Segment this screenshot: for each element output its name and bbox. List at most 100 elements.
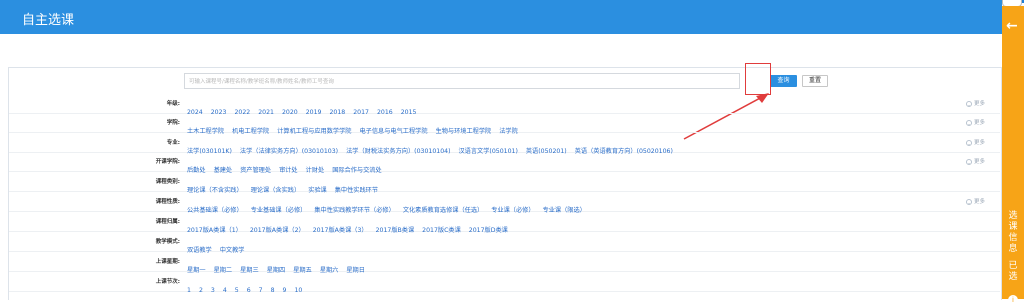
filter-option[interactable]: 专业课（必修） [491,205,534,214]
filter-options: 公共基础课（必修） 专业基础课（必修） 集中性实践教学环节（必修） 文化素质教育选修课… [187,197,594,216]
filter-label: 上课节次: [155,279,180,285]
filter-option[interactable]: 英语(050201) [526,146,567,155]
filter-label: 专业: [166,140,180,146]
filter-options: 双语教学 中文教学 [187,237,253,256]
filter-option[interactable]: 2022 [235,109,251,116]
filter-option[interactable]: 2017版C类课 [422,225,461,234]
filter-option[interactable]: 星期一 [187,265,206,274]
filter-option[interactable]: 法学院 [499,126,518,135]
filter-option[interactable]: 星期四 [267,265,286,274]
filter-option[interactable]: 2017版B类课 [376,225,415,234]
more-toggle[interactable]: ⌄ 更多 [966,138,985,146]
filter-row: 教学模式: 双语教学 中文教学 [9,237,1000,255]
filter-options: 理论课（不含实践） 理论课（含实践） 实验课 集中性实践环节 [187,177,386,196]
filter-option[interactable]: 公共基础课（必修） [187,205,243,214]
filter-row: 学院: 土木工程学院 机电工程学院 计算机工程与应用数学学院 电子信息与电气工程学院 生物… [9,118,1000,136]
filter-option[interactable]: 电子信息与电气工程学院 [360,126,428,135]
filter-option[interactable]: 2016 [377,109,393,116]
filter-option[interactable]: 生物与环境工程学院 [436,126,492,135]
filter-option[interactable]: 后勤处 [187,165,206,174]
filter-option[interactable]: 10 [294,287,302,294]
filter-options: 法学(030101K) 法学（法律实务方向）(03010103) 法学（财税法实务方… [187,138,681,157]
expand-circle-icon: ⌄ [966,139,972,146]
filter-option[interactable]: 计算机工程与应用数学学院 [277,126,351,135]
filter-option[interactable]: 英语（英语教育方向）(05020106) [575,146,673,155]
expand-circle-icon: ⌄ [966,158,972,165]
filter-option[interactable]: 2018 [330,109,346,116]
filter-label: 上课星期: [155,259,180,265]
filter-option[interactable]: 集中性实践环节 [335,185,378,194]
filter-option[interactable]: 2019 [306,109,322,116]
filter-row: 课程类别: 理论课（不含实践） 理论课（含实践） 实验课 集中性实践环节 [9,177,1000,195]
filter-option[interactable]: 星期五 [293,265,312,274]
filter-options: 后勤处 基建处 资产管理处 审计处 计财处 国际合作与交流处 [187,157,390,176]
more-label: 更多 [974,140,986,146]
filter-option[interactable]: 1 [187,287,191,294]
filter-option[interactable]: 2017 [353,109,369,116]
filter-row: 上课星期: 星期一 星期二 星期三 星期四 星期五 星期六 星期日 [9,257,1000,275]
filter-option[interactable]: 2 [199,287,203,294]
filter-option[interactable]: 2020 [282,109,298,116]
filter-option[interactable]: 星期二 [214,265,233,274]
filter-option[interactable]: 汉语言文学(050101) [458,146,517,155]
filter-option[interactable]: 法学（财税法实务方向）(03010104) [346,146,450,155]
filter-option[interactable]: 2015 [401,109,417,116]
filter-option[interactable]: 3 [211,287,215,294]
more-label: 更多 [974,159,986,165]
filter-option[interactable]: 理论课（含实践） [251,185,301,194]
filter-option[interactable]: 5 [235,287,239,294]
filter-option[interactable]: 文化素质教育选修课（任选） [403,205,483,214]
filter-option[interactable]: 9 [283,287,287,294]
filter-label: 课程类别: [155,179,180,185]
filter-option[interactable]: 专业课（限选） [543,205,586,214]
filter-row: 专业: 法学(030101K) 法学（法律实务方向）(03010103) 法学（财税法… [9,138,1000,156]
filter-options: 1 2 3 4 5 6 7 8 9 10 [187,277,310,296]
filter-option[interactable]: 星期三 [240,265,259,274]
filter-row: 课程归属: 2017版A类课（1） 2017版A类课（2） 2017版A类课（3） 20… [9,217,1000,235]
filter-option[interactable]: 2017版A类课（1） [187,225,242,234]
filter-option[interactable]: 2021 [258,109,274,116]
filter-option[interactable]: 2017版D类课 [469,225,508,234]
filter-option[interactable]: 星期日 [346,265,365,274]
filter-option[interactable]: 专业基础课（必修） [251,205,307,214]
more-toggle[interactable]: ⌄ 更多 [966,99,985,107]
filter-label: 课程归属: [155,219,180,225]
expand-circle-icon: ⌄ [966,198,972,205]
filter-option[interactable]: 2024 [187,109,203,116]
filter-options: 星期一 星期二 星期三 星期四 星期五 星期六 星期日 [187,257,373,276]
filter-option[interactable]: 集中性实践教学环节（必修） [314,205,394,214]
filter-option[interactable]: 法学（法律实务方向）(03010103) [240,146,338,155]
filter-option[interactable]: 4 [223,287,227,294]
filter-option[interactable]: 资产管理处 [240,165,271,174]
filter-option[interactable]: 2017版A类课（2） [250,225,305,234]
filter-option[interactable]: 国际合作与交流处 [332,165,382,174]
expand-circle-icon: ⌄ [966,119,972,126]
filter-label: 开课学院: [155,159,180,165]
filter-option[interactable]: 2023 [211,109,227,116]
filter-option[interactable]: 7 [259,287,263,294]
filter-option[interactable]: 机电工程学院 [232,126,269,135]
filter-option[interactable]: 法学(030101K) [187,146,232,155]
filter-label: 学院: [166,120,180,126]
filter-option[interactable]: 8 [271,287,275,294]
filter-option[interactable]: 星期六 [320,265,339,274]
filter-options: 土木工程学院 机电工程学院 计算机工程与应用数学学院 电子信息与电气工程学院 生物与环境… [187,118,526,137]
expand-circle-icon: ⌄ [966,100,972,107]
filter-option[interactable]: 计财处 [306,165,325,174]
more-toggle[interactable]: ⌄ 更多 [966,197,985,205]
filter-option[interactable]: 6 [247,287,251,294]
filter-option[interactable]: 中文教学 [220,245,245,254]
filter-option[interactable]: 审计处 [279,165,298,174]
filter-option[interactable]: 基建处 [214,165,233,174]
more-toggle[interactable]: ⌄ 更多 [966,157,985,165]
more-label: 更多 [974,120,986,126]
filter-row: 课程性质: 公共基础课（必修） 专业基础课（必修） 集中性实践教学环节（必修） 文化素质… [9,197,1000,215]
filter-option[interactable]: 土木工程学院 [187,126,224,135]
filter-option[interactable]: 2017版A类课（3） [313,225,368,234]
filter-options: 2017版A类课（1） 2017版A类课（2） 2017版A类课（3） 2017版B类… [187,217,516,236]
more-toggle[interactable]: ⌄ 更多 [966,118,985,126]
filter-label: 课程性质: [155,199,180,205]
filter-option[interactable]: 实验课 [308,185,327,194]
filter-option[interactable]: 双语教学 [187,245,212,254]
filter-option[interactable]: 理论课（不含实践） [187,185,243,194]
